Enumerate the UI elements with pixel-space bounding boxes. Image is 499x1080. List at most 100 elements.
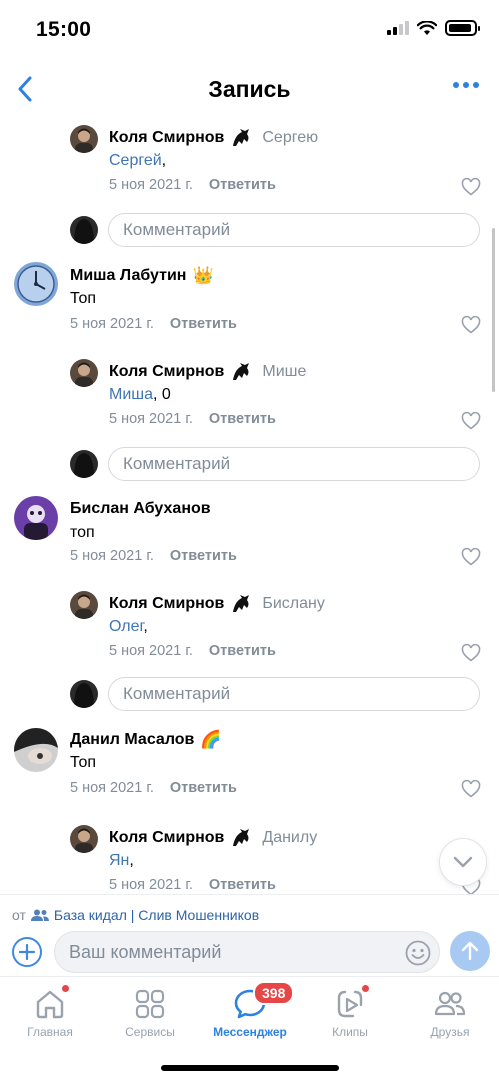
like-icon[interactable]: [461, 644, 481, 662]
reply-button[interactable]: Ответить: [170, 548, 237, 564]
comment: Данил Масалов 🌈 Топ 5 ноя 2021 г. Ответи…: [0, 722, 499, 812]
like-icon[interactable]: [461, 178, 481, 196]
comment-date: 5 ноя 2021 г.: [70, 316, 154, 332]
mention-link[interactable]: Ян: [109, 852, 129, 869]
comments-feed[interactable]: Коля Смирнов Сергею Сергей, 5 ноя 2021 г…: [0, 118, 499, 894]
comment-author[interactable]: Бислан Абуханов: [70, 500, 211, 518]
scroll-down-button[interactable]: [439, 838, 487, 886]
arrow-up-icon: [461, 941, 479, 961]
tab-label: Сервисы: [125, 1025, 175, 1039]
dot-icon: [463, 82, 469, 88]
tab-messenger[interactable]: 398 Мессенджер: [205, 981, 295, 1039]
home-icon: [33, 985, 69, 1021]
comment-input-placeholder: Ваш комментарий: [69, 941, 222, 962]
status-bar: 15:00: [0, 0, 499, 60]
reply-button[interactable]: Ответить: [209, 411, 276, 427]
reply-to-label: Сергею: [262, 129, 319, 146]
dragon-icon: [233, 363, 250, 380]
comment-text: Олег,: [109, 618, 148, 635]
wifi-icon: [417, 20, 437, 35]
tab-label: Мессенджер: [213, 1025, 287, 1039]
users-icon: [30, 909, 49, 921]
group-name[interactable]: База кидал | Слив Мошенников: [54, 907, 259, 923]
reply-comment-input[interactable]: Комментарий: [108, 447, 480, 481]
my-avatar: [70, 450, 98, 478]
reply-to-label: Бислану: [262, 595, 325, 612]
comment-meta: 5 ноя 2021 г. Ответить: [109, 877, 276, 893]
smile-icon[interactable]: [405, 940, 431, 966]
reply-to-label: Данилу: [262, 829, 318, 846]
like-icon[interactable]: [461, 780, 481, 798]
avatar[interactable]: [70, 125, 98, 153]
status-icons: [387, 20, 480, 36]
comment-author[interactable]: Коля Смирнов Данилу: [109, 827, 317, 849]
tab-label: Главная: [27, 1025, 73, 1039]
reply-comment-input[interactable]: Комментарий: [108, 677, 480, 711]
clips-icon: [333, 985, 369, 1021]
tab-label: Клипы: [332, 1025, 368, 1039]
send-button[interactable]: [450, 931, 490, 971]
services-icon: [133, 987, 167, 1021]
attach-button[interactable]: [12, 937, 42, 967]
mention-link[interactable]: Сергей: [109, 152, 162, 169]
reply-button[interactable]: Ответить: [170, 316, 237, 332]
reply-button[interactable]: Ответить: [209, 877, 276, 893]
plus-icon: [19, 944, 35, 960]
avatar[interactable]: [70, 591, 98, 619]
like-icon[interactable]: [461, 548, 481, 566]
comment-author[interactable]: Данил Масалов 🌈: [70, 730, 222, 750]
reply-button[interactable]: Ответить: [170, 780, 237, 796]
comment-text: Миша, 0: [109, 386, 171, 403]
post-as-line[interactable]: от База кидал | Слив Мошенников: [12, 907, 259, 923]
reply-comment-input[interactable]: Комментарий: [108, 213, 480, 247]
like-icon[interactable]: [461, 412, 481, 430]
comment-author[interactable]: Миша Лабутин 👑: [70, 266, 214, 286]
comment-meta: 5 ноя 2021 г. Ответить: [109, 411, 276, 427]
avatar[interactable]: [14, 728, 58, 772]
comment-meta: 5 ноя 2021 г. Ответить: [109, 643, 276, 659]
reply-button[interactable]: Ответить: [209, 643, 276, 659]
tab-clips[interactable]: Клипы: [305, 985, 395, 1039]
comment-author[interactable]: Коля Смирнов Сергею: [109, 127, 318, 149]
notification-dot: [62, 985, 69, 992]
tab-services[interactable]: Сервисы: [105, 987, 195, 1039]
comment-meta: 5 ноя 2021 г. Ответить: [70, 780, 237, 796]
comment-composer: от База кидал | Слив Мошенников Ваш комм…: [0, 894, 499, 976]
comment-meta: 5 ноя 2021 г. Ответить: [70, 316, 237, 332]
comment-date: 5 ноя 2021 г.: [70, 548, 154, 564]
avatar[interactable]: [14, 262, 58, 306]
from-prefix: от: [12, 907, 26, 923]
avatar[interactable]: [70, 359, 98, 387]
like-icon[interactable]: [461, 316, 481, 334]
home-indicator[interactable]: [161, 1065, 339, 1071]
notification-dot: [362, 985, 369, 992]
avatar[interactable]: [70, 825, 98, 853]
comment-input[interactable]: Ваш комментарий: [54, 931, 440, 973]
mention-link[interactable]: Миша: [109, 386, 153, 403]
nav-bar: Запись: [0, 60, 499, 118]
tab-friends[interactable]: Друзья: [405, 987, 495, 1039]
reply-button[interactable]: Ответить: [209, 177, 276, 193]
page-title: Запись: [208, 76, 291, 102]
comment-text: топ: [70, 524, 95, 541]
my-avatar: [70, 216, 98, 244]
tab-home[interactable]: Главная: [5, 985, 95, 1039]
dragon-icon: [233, 129, 250, 146]
cellular-signal-icon: [387, 21, 409, 35]
comment-meta: 5 ноя 2021 г. Ответить: [70, 548, 237, 564]
dot-icon: [453, 82, 459, 88]
more-button[interactable]: [453, 82, 479, 88]
reply-input-row: Комментарий: [0, 676, 499, 714]
mention-link[interactable]: Олег: [109, 618, 143, 635]
comment-reply: Коля Смирнов Сергею Сергей, 5 ноя 2021 г…: [0, 118, 499, 208]
comment: Миша Лабутин 👑 Топ 5 ноя 2021 г. Ответит…: [0, 258, 499, 348]
comment-author[interactable]: Коля Смирнов Мише: [109, 361, 306, 383]
comment-author[interactable]: Коля Смирнов Бислану: [109, 593, 325, 615]
reply-input-row: Комментарий: [0, 446, 499, 484]
avatar[interactable]: [14, 496, 58, 540]
unread-badge: 398: [253, 981, 295, 1005]
messenger-icon: 398: [233, 981, 295, 1021]
dragon-icon: [233, 595, 250, 612]
comment-reply: Коля Смирнов Бислану Олег, 5 ноя 2021 г.…: [0, 584, 499, 674]
scrollbar[interactable]: [492, 228, 495, 392]
